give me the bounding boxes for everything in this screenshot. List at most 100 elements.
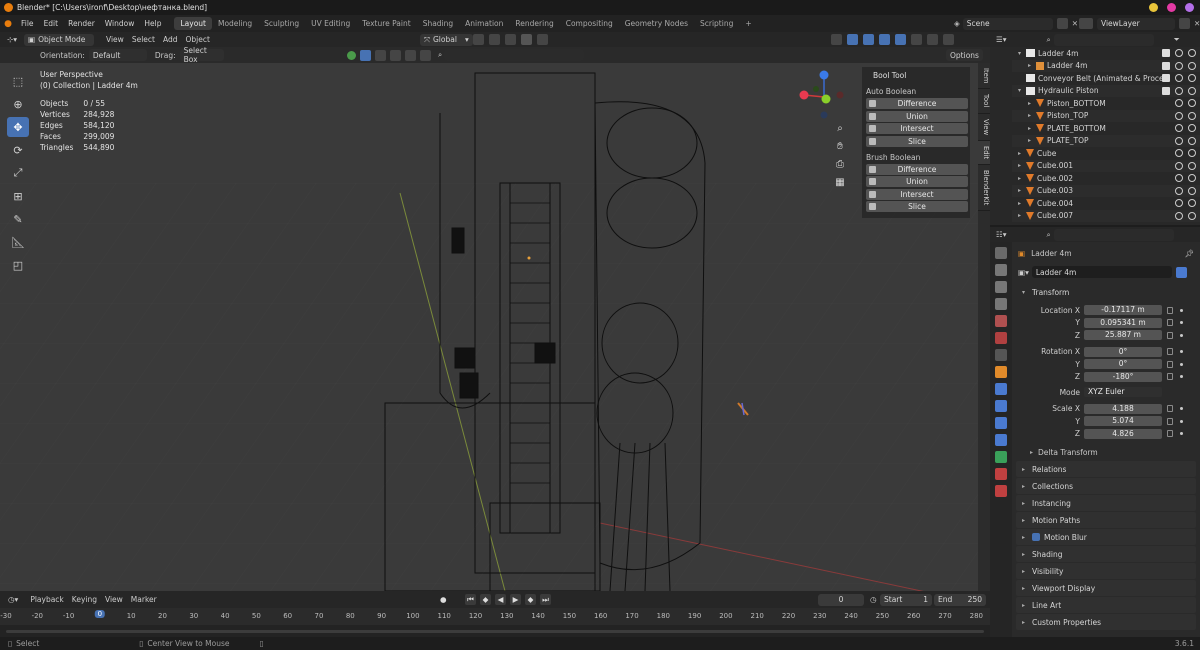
- chevron-right-icon[interactable]: ▸: [1028, 62, 1036, 69]
- rendered-shading-icon[interactable]: [943, 34, 954, 45]
- options-button[interactable]: Options: [946, 49, 983, 61]
- chevron-right-icon[interactable]: ▸: [1018, 212, 1026, 219]
- tab-shading[interactable]: Shading: [417, 17, 459, 30]
- select-box-tool-icon[interactable]: ⬚: [7, 71, 29, 91]
- location-x-field[interactable]: -0.17117 m: [1084, 305, 1162, 316]
- object-data-icon[interactable]: ▣▾: [1018, 268, 1029, 277]
- keyframe-dot-icon[interactable]: [1180, 321, 1183, 325]
- eye-icon[interactable]: [1175, 149, 1183, 157]
- tab-scripting[interactable]: Scripting: [694, 17, 739, 30]
- menu-help[interactable]: Help: [139, 19, 166, 28]
- menu-file[interactable]: File: [16, 19, 39, 28]
- eye-icon[interactable]: [1175, 86, 1183, 95]
- material-tab-icon[interactable]: [995, 468, 1007, 480]
- visibility-icon[interactable]: [831, 34, 842, 45]
- rotation-z-field[interactable]: -180°: [1084, 371, 1162, 382]
- tab-view[interactable]: View: [978, 114, 990, 141]
- auto-difference-button[interactable]: Difference: [866, 98, 968, 109]
- chevron-right-icon[interactable]: ▸: [1018, 162, 1026, 169]
- section-collections[interactable]: ▸ Collections: [1016, 478, 1196, 494]
- checkbox-icon[interactable]: [1162, 61, 1170, 70]
- jump-start-icon[interactable]: ⏮: [465, 594, 476, 605]
- lock-icon[interactable]: [1167, 360, 1173, 368]
- blender-menu-icon[interactable]: ●: [0, 19, 16, 29]
- camera-icon[interactable]: [1188, 174, 1196, 182]
- transform-section-header[interactable]: ▾ Transform: [1016, 284, 1196, 300]
- eye-icon[interactable]: [1175, 136, 1183, 145]
- camera-icon[interactable]: ⎙: [833, 159, 847, 177]
- eye-icon[interactable]: [1175, 211, 1183, 220]
- checkbox-icon[interactable]: [1162, 86, 1170, 95]
- outliner-item[interactable]: ▸ PLATE_BOTTOM: [1012, 122, 1200, 135]
- navigation-gizmo[interactable]: [796, 67, 852, 123]
- camera-icon[interactable]: [1188, 124, 1196, 132]
- 3d-viewport[interactable]: User Perspective (0) Collection | Ladder…: [0, 63, 978, 591]
- overlay-icon[interactable]: [863, 34, 874, 45]
- clock-icon[interactable]: ◷: [870, 595, 877, 604]
- menu-view-timeline[interactable]: View: [101, 595, 127, 604]
- outliner-item[interactable]: ▾ Ladder 4m: [1012, 47, 1200, 60]
- rotate-tool-icon[interactable]: ⟳: [7, 140, 29, 160]
- lock-icon[interactable]: [1167, 306, 1173, 314]
- camera-icon[interactable]: [1188, 149, 1196, 157]
- keyframe-dot-icon[interactable]: [1180, 407, 1183, 411]
- brush-intersect-button[interactable]: Intersect: [866, 188, 968, 200]
- menu-view[interactable]: View: [102, 35, 128, 44]
- play-reverse-icon[interactable]: ◀: [495, 594, 506, 605]
- purple-dot-icon[interactable]: [1185, 3, 1194, 12]
- scene-field[interactable]: Scene: [962, 17, 1053, 30]
- eye-icon[interactable]: [1175, 99, 1183, 107]
- close-icon[interactable]: ✕: [1194, 19, 1200, 28]
- tab-modeling[interactable]: Modeling: [212, 17, 258, 30]
- outliner-search-input[interactable]: [1053, 33, 1154, 46]
- physics-tab-icon[interactable]: [995, 417, 1007, 429]
- camera-icon[interactable]: [1188, 186, 1196, 195]
- annotate-tool-icon[interactable]: ✎: [7, 209, 29, 229]
- fake-user-icon[interactable]: [1175, 266, 1187, 278]
- object-name[interactable]: Ladder 4m: [1031, 249, 1071, 258]
- outliner-item[interactable]: ▸ Cube.001: [1012, 159, 1200, 172]
- object-tab-icon[interactable]: [995, 366, 1007, 378]
- tab-item[interactable]: Item: [978, 63, 990, 90]
- lock-icon[interactable]: [1167, 405, 1173, 413]
- chevron-right-icon[interactable]: ▸: [1018, 200, 1026, 207]
- checkbox-icon[interactable]: [1162, 74, 1170, 82]
- gizmo-icon[interactable]: [847, 34, 858, 45]
- eye-icon[interactable]: [1175, 74, 1183, 82]
- material-shading-icon[interactable]: [927, 34, 938, 45]
- snap-target-icon[interactable]: [505, 34, 516, 45]
- editor-type-icon[interactable]: ☷▾: [996, 230, 1007, 239]
- add-workspace-button[interactable]: +: [739, 17, 757, 30]
- camera-icon[interactable]: [1188, 99, 1196, 107]
- scale-x-field[interactable]: 4.188: [1084, 403, 1162, 414]
- mode-dropdown[interactable]: ▣ Object Mode: [24, 33, 94, 46]
- timeline-ruler[interactable]: -30 -20 -10 0 10 20 30 40 50 60 70 80 90 100 110 120 130…: [0, 608, 990, 625]
- outliner-item[interactable]: Conveyor Belt (Animated & Proced: [1012, 72, 1200, 85]
- keyframe-dot-icon[interactable]: [1180, 350, 1183, 354]
- jump-end-icon[interactable]: ⏭: [540, 594, 551, 605]
- select-intersect-icon[interactable]: [420, 49, 431, 61]
- object-name-field[interactable]: Ladder 4m: [1031, 266, 1172, 278]
- section-viewport-display[interactable]: ▸ Viewport Display: [1016, 580, 1196, 596]
- section-motion-paths[interactable]: ▸ Motion Paths: [1016, 512, 1196, 528]
- play-icon[interactable]: ▶: [510, 594, 521, 605]
- lock-icon[interactable]: [1167, 348, 1173, 356]
- tab-animation[interactable]: Animation: [459, 17, 509, 30]
- pivot-icon[interactable]: [473, 34, 484, 45]
- solid-shading-icon[interactable]: [911, 34, 922, 45]
- tab-texture-paint[interactable]: Texture Paint: [356, 17, 416, 30]
- location-z-field[interactable]: 25.887 m: [1084, 330, 1162, 341]
- output-tab-icon[interactable]: [995, 281, 1007, 293]
- playhead[interactable]: 0: [94, 610, 106, 618]
- menu-object[interactable]: Object: [181, 35, 213, 44]
- lock-icon[interactable]: [1167, 373, 1173, 381]
- brush-difference-button[interactable]: Difference: [866, 163, 968, 175]
- scale-y-field[interactable]: 5.074: [1084, 416, 1162, 427]
- editor-type-icon[interactable]: ⊹▾: [0, 35, 24, 44]
- eye-icon[interactable]: [1175, 61, 1183, 70]
- menu-add[interactable]: Add: [159, 35, 182, 44]
- menu-edit[interactable]: Edit: [39, 19, 64, 28]
- pink-dot-icon[interactable]: [1167, 3, 1176, 12]
- properties-search-input[interactable]: [1053, 228, 1174, 241]
- auto-intersect-button[interactable]: Intersect: [866, 123, 968, 134]
